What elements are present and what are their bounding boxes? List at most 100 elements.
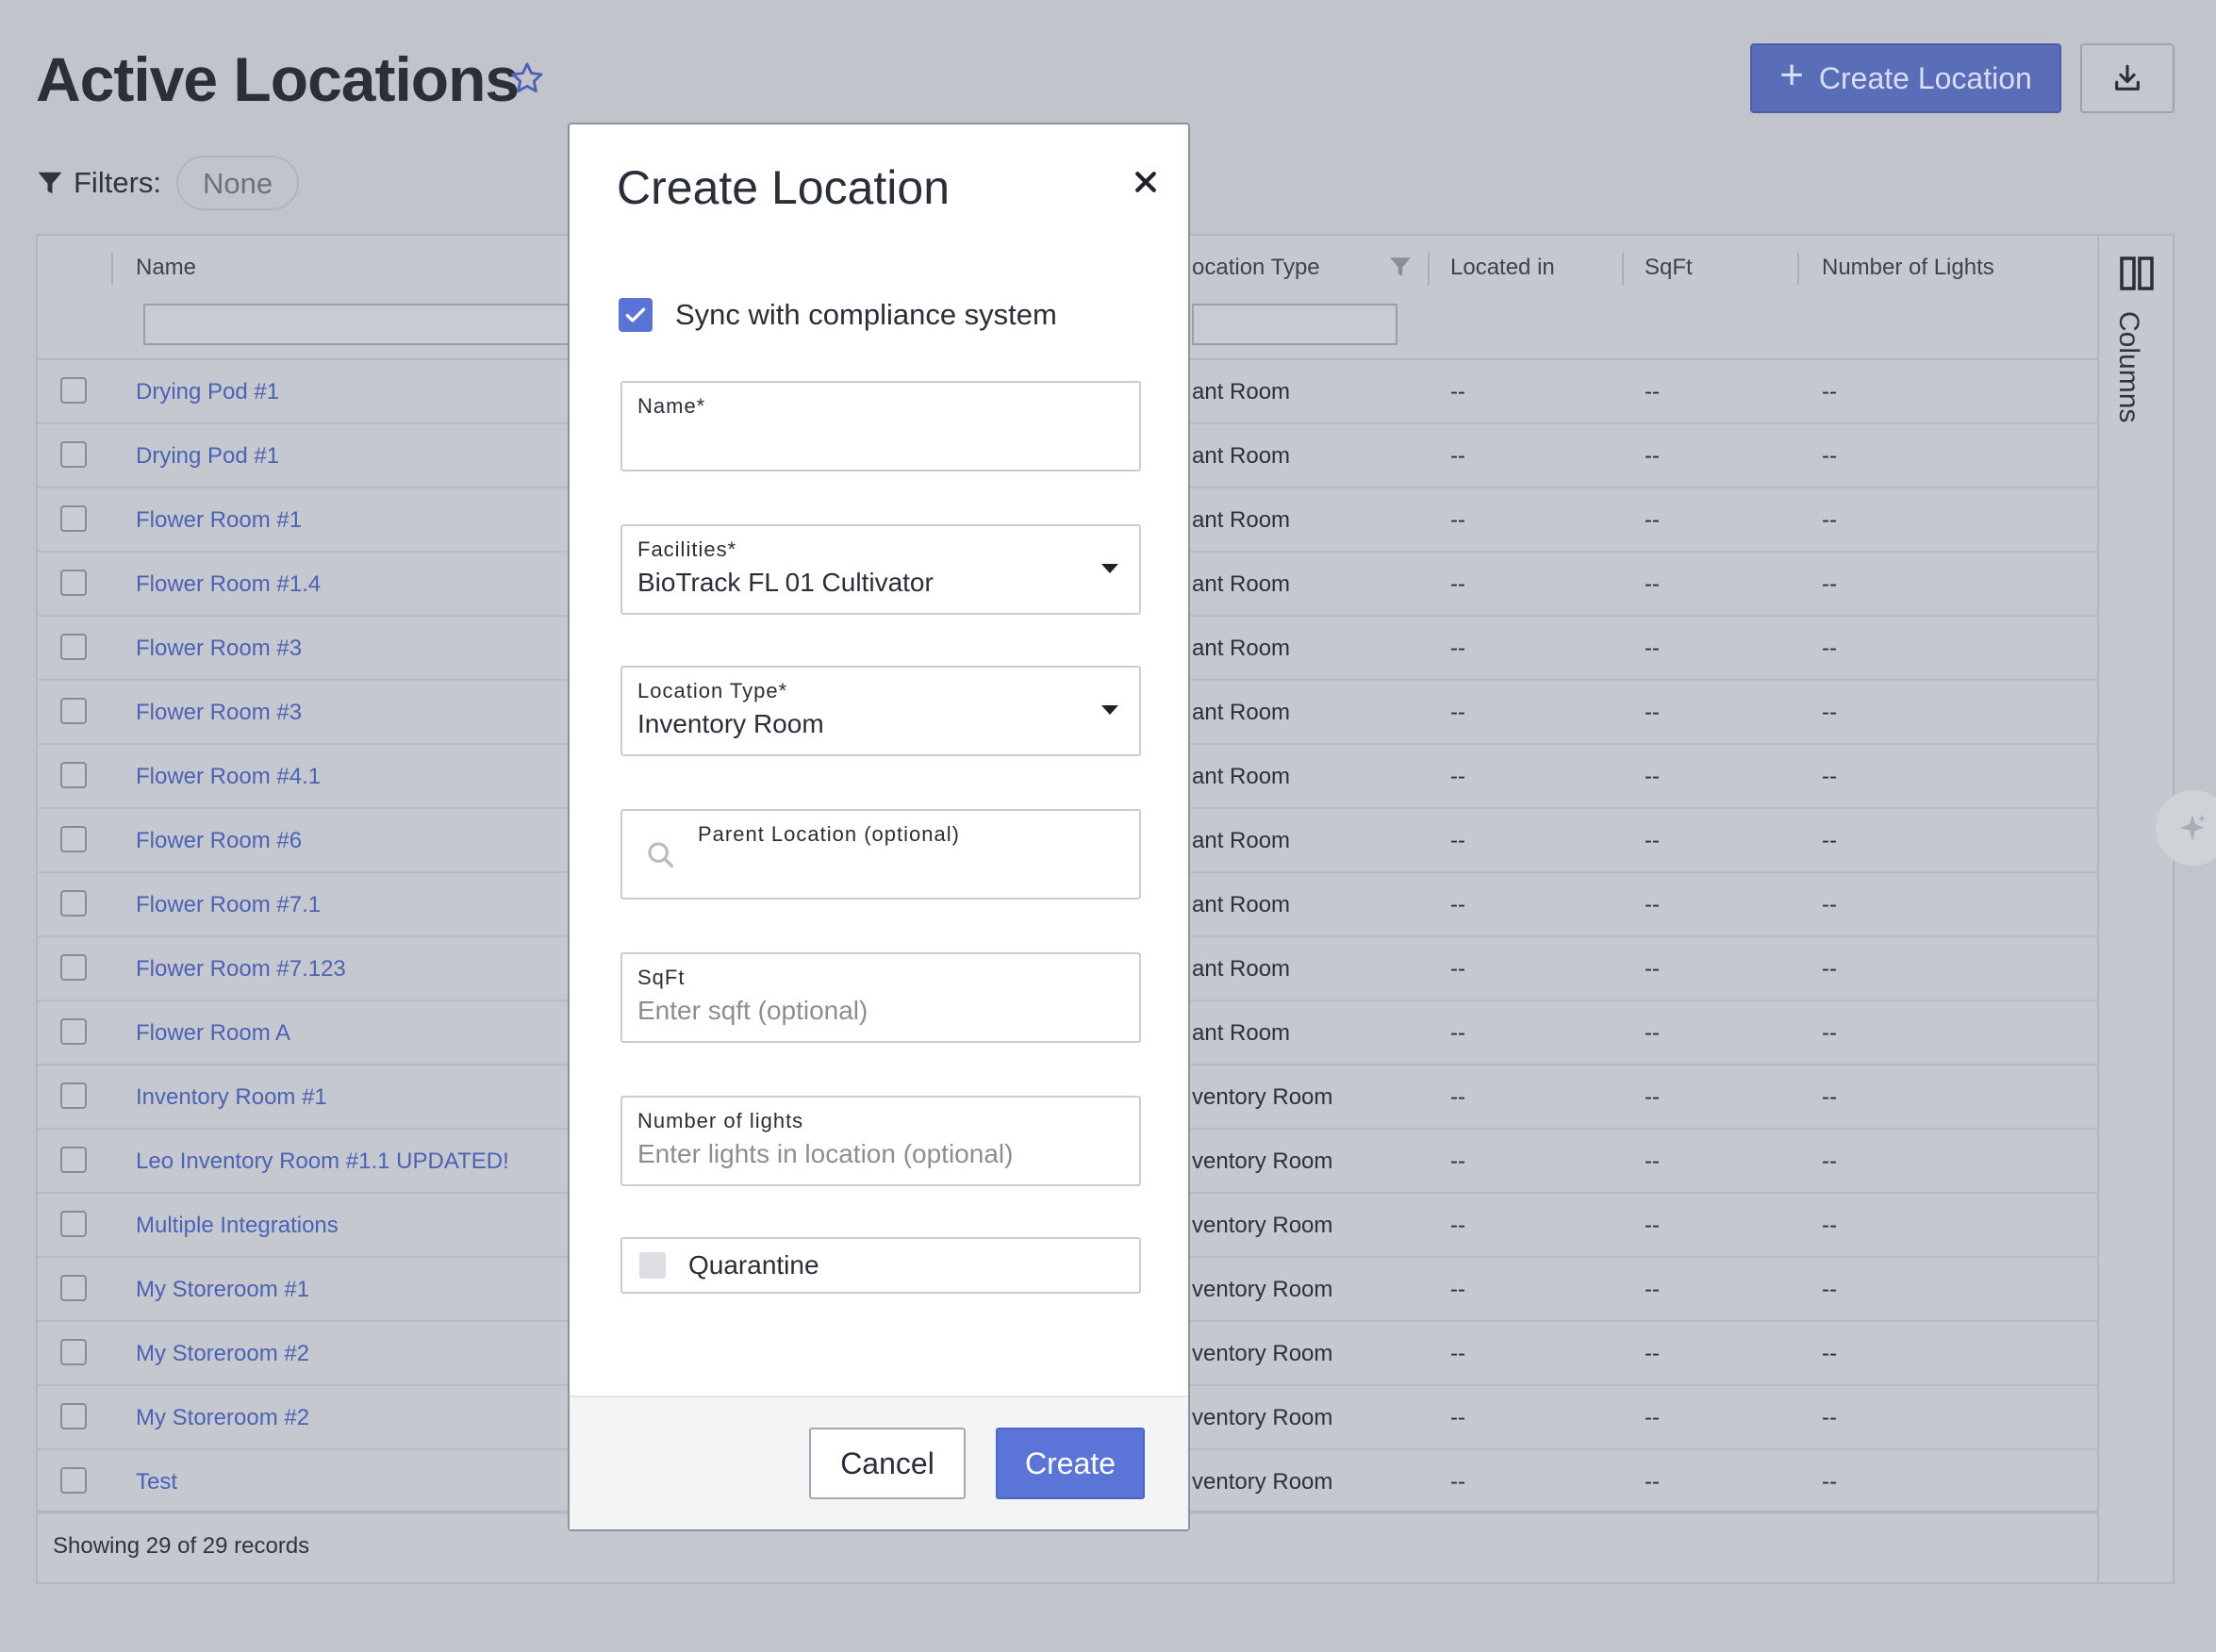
location-type-cell: ant Room: [1192, 956, 1291, 982]
location-name-link[interactable]: Flower Room #1.4: [136, 571, 321, 598]
favorite-star-icon[interactable]: [509, 60, 545, 96]
quarantine-option[interactable]: Quarantine: [620, 1237, 1141, 1294]
row-checkbox[interactable]: [60, 698, 87, 724]
number-of-lights-field[interactable]: Number of lights Enter lights in locatio…: [620, 1096, 1141, 1186]
row-checkbox[interactable]: [60, 890, 87, 917]
sqft-cell: --: [1645, 1020, 1660, 1046]
sqft-cell: --: [1645, 1148, 1660, 1174]
location-name-link[interactable]: Multiple Integrations: [136, 1213, 339, 1239]
columns-panel-label[interactable]: Columns: [2112, 311, 2144, 422]
row-checkbox[interactable]: [60, 1467, 87, 1494]
row-checkbox[interactable]: [60, 377, 87, 404]
row-checkbox[interactable]: [60, 1082, 87, 1109]
lights-cell: --: [1822, 1213, 1837, 1238]
column-header-number-of-lights[interactable]: Number of Lights: [1822, 255, 1994, 281]
lights-cell: --: [1822, 379, 1837, 405]
download-icon: [2115, 64, 2140, 91]
parent-location-label: Parent Location (optional): [698, 822, 960, 846]
sqft-placeholder[interactable]: Enter sqft (optional): [637, 996, 868, 1026]
location-type-cell: ant Room: [1192, 571, 1291, 597]
column-header-located-in[interactable]: Located in: [1450, 255, 1555, 281]
create-location-button-label: Create Location: [1818, 60, 2032, 95]
row-checkbox[interactable]: [60, 441, 87, 468]
location-type-value: Inventory Room: [637, 709, 824, 738]
location-name-link[interactable]: Flower Room A: [136, 1020, 290, 1047]
column-filter-icon[interactable]: [1388, 255, 1413, 279]
cancel-button[interactable]: Cancel: [809, 1428, 966, 1499]
location-name-link[interactable]: Flower Room #6: [136, 828, 302, 854]
sqft-cell: --: [1645, 636, 1660, 661]
row-checkbox[interactable]: [60, 505, 87, 532]
quarantine-checkbox[interactable]: [639, 1252, 666, 1279]
caret-down-icon[interactable]: [1101, 705, 1118, 715]
column-separator[interactable]: [1428, 253, 1430, 285]
location-name-link[interactable]: Drying Pod #1: [136, 443, 279, 470]
row-checkbox[interactable]: [60, 570, 87, 596]
facilities-select[interactable]: Facilities* BioTrack FL 01 Cultivator: [620, 524, 1141, 615]
column-separator[interactable]: [1622, 253, 1624, 285]
lights-cell: --: [1822, 443, 1837, 469]
column-header-location-type[interactable]: ocation Type: [1192, 255, 1320, 281]
lights-cell: --: [1822, 828, 1837, 853]
row-checkbox[interactable]: [60, 1147, 87, 1173]
located-in-cell: --: [1450, 1148, 1465, 1174]
name-filter-input[interactable]: [143, 304, 577, 345]
column-header-sqft[interactable]: SqFt: [1645, 255, 1693, 281]
location-type-cell: ventory Room: [1192, 1084, 1333, 1110]
sqft-cell: --: [1645, 700, 1660, 725]
sqft-cell: --: [1645, 1469, 1660, 1495]
location-name-link[interactable]: Flower Room #3: [136, 636, 302, 662]
location-type-select[interactable]: Location Type* Inventory Room: [620, 666, 1141, 756]
parent-location-search[interactable]: Parent Location (optional): [620, 809, 1141, 900]
location-type-filter-input[interactable]: [1192, 304, 1397, 345]
lights-cell: --: [1822, 1148, 1837, 1174]
location-name-link[interactable]: Flower Room #1: [136, 507, 302, 534]
location-name-link[interactable]: My Storeroom #2: [136, 1405, 309, 1431]
row-checkbox[interactable]: [60, 1403, 87, 1429]
location-name-link[interactable]: Inventory Room #1: [136, 1084, 327, 1111]
row-checkbox[interactable]: [60, 634, 87, 660]
location-name-link[interactable]: Flower Room #7.1: [136, 892, 321, 918]
location-name-link[interactable]: Drying Pod #1: [136, 379, 279, 405]
lights-cell: --: [1822, 1469, 1837, 1495]
lights-cell: --: [1822, 764, 1837, 789]
location-name-link[interactable]: Flower Room #3: [136, 700, 302, 726]
sync-compliance-option[interactable]: Sync with compliance system: [619, 298, 1057, 332]
located-in-cell: --: [1450, 1341, 1465, 1366]
create-location-modal: Create Location Sync with compliance sys…: [568, 123, 1190, 1531]
row-checkbox[interactable]: [60, 1211, 87, 1237]
create-location-button[interactable]: + Create Location: [1750, 43, 2061, 113]
number-of-lights-placeholder[interactable]: Enter lights in location (optional): [637, 1139, 1013, 1169]
close-icon[interactable]: [1132, 168, 1160, 196]
sqft-cell: --: [1645, 443, 1660, 469]
row-checkbox[interactable]: [60, 1018, 87, 1045]
location-name-link[interactable]: Test: [136, 1469, 177, 1495]
filters-chip[interactable]: None: [176, 156, 300, 210]
name-field[interactable]: Name*: [620, 381, 1141, 471]
column-separator[interactable]: [1797, 253, 1799, 285]
column-separator[interactable]: [111, 253, 113, 285]
location-type-cell: ant Room: [1192, 379, 1291, 405]
columns-icon[interactable]: [2118, 255, 2156, 292]
column-header-name[interactable]: Name: [136, 255, 196, 281]
row-checkbox[interactable]: [60, 1339, 87, 1365]
row-checkbox[interactable]: [60, 762, 87, 788]
sqft-field[interactable]: SqFt Enter sqft (optional): [620, 952, 1141, 1043]
export-button[interactable]: [2080, 43, 2175, 113]
location-type-cell: ventory Room: [1192, 1213, 1333, 1238]
located-in-cell: --: [1450, 1277, 1465, 1302]
location-name-link[interactable]: Flower Room #4.1: [136, 764, 321, 790]
row-checkbox[interactable]: [60, 954, 87, 981]
filters-bar: Filters: None: [36, 155, 300, 211]
location-name-link[interactable]: Flower Room #7.123: [136, 956, 346, 983]
create-button[interactable]: Create: [996, 1428, 1145, 1499]
caret-down-icon[interactable]: [1101, 564, 1118, 573]
location-name-link[interactable]: Leo Inventory Room #1.1 UPDATED!: [136, 1148, 509, 1175]
location-name-link[interactable]: My Storeroom #2: [136, 1341, 309, 1367]
row-checkbox[interactable]: [60, 1275, 87, 1301]
row-checkbox[interactable]: [60, 826, 87, 852]
name-field-label: Name*: [637, 394, 706, 418]
location-name-link[interactable]: My Storeroom #1: [136, 1277, 309, 1303]
sync-compliance-checkbox[interactable]: [619, 298, 653, 332]
modal-footer: Cancel Create: [570, 1396, 1188, 1529]
